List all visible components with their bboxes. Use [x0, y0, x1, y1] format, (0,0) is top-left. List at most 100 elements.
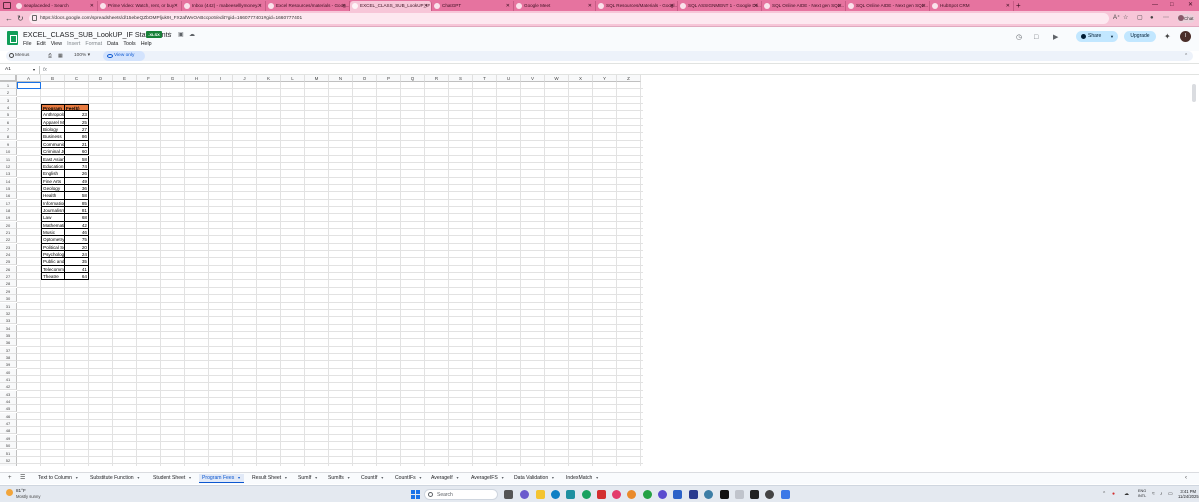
tab-close-icon[interactable]: ✕	[258, 1, 262, 11]
maximize-icon[interactable]: □	[1170, 0, 1174, 11]
fee-cell[interactable]: 41	[65, 265, 89, 274]
fee-cell[interactable]: 68	[65, 214, 89, 222]
column-header[interactable]: M	[305, 75, 329, 82]
program-cell[interactable]: Criminal Justice	[41, 148, 65, 156]
fee-cell[interactable]: 64	[65, 273, 89, 281]
vertical-scrollbar[interactable]	[1192, 84, 1196, 102]
column-header[interactable]: Z	[617, 75, 641, 82]
windows-start-icon[interactable]	[411, 490, 420, 499]
sheet-menu-icon[interactable]: ▼	[380, 476, 384, 480]
fee-cell[interactable]: 21	[65, 140, 89, 149]
row-header[interactable]: 24	[0, 251, 17, 259]
more-menu-icon[interactable]: ⋯	[1163, 14, 1169, 23]
x-app-icon[interactable]	[720, 490, 729, 499]
column-header[interactable]: O	[353, 75, 377, 82]
program-cell[interactable]: Geology	[41, 184, 65, 193]
browser-tab[interactable]: HubSpot CRM ✕	[930, 1, 1014, 11]
fee-cell[interactable]: 20	[65, 243, 89, 252]
all-sheets-icon[interactable]: ☰	[20, 474, 25, 483]
fee-cell[interactable]: 85	[65, 199, 89, 207]
row-header[interactable]: 1	[0, 82, 17, 89]
program-cell[interactable]: Anthropology	[41, 111, 65, 119]
fee-cell[interactable]: 24	[65, 251, 89, 259]
fee-cell[interactable]: 35	[65, 258, 89, 266]
sheet-tab[interactable]: AverageIf ▼	[431, 474, 459, 483]
row-header[interactable]: 46	[0, 412, 17, 420]
firefox-app-icon[interactable]	[627, 490, 636, 499]
row-header[interactable]: 45	[0, 405, 17, 413]
print-icon[interactable]: ⎙	[48, 52, 52, 60]
row-header[interactable]: 34	[0, 324, 17, 332]
settings-app-icon[interactable]	[704, 490, 713, 499]
sheet-tab[interactable]: Result Sheet ▼	[252, 474, 288, 483]
row-header[interactable]: 3	[0, 96, 17, 104]
fee-cell[interactable]: 25	[65, 118, 89, 127]
tab-close-icon[interactable]: ✕	[90, 1, 94, 11]
program-cell[interactable]: Optometry	[41, 236, 65, 244]
sheet-menu-icon[interactable]: ▼	[347, 476, 351, 480]
program-cell[interactable]: Theatre	[41, 273, 65, 281]
sheet-menu-icon[interactable]: ▼	[501, 476, 505, 480]
cloud-status-icon[interactable]: ☁	[189, 31, 195, 39]
account-avatar[interactable]: I	[1180, 31, 1191, 42]
menus-search[interactable]: Menus	[8, 52, 42, 60]
program-cell[interactable]: Telecommunications	[41, 265, 65, 274]
row-header[interactable]: 43	[0, 390, 17, 398]
column-header[interactable]: F	[137, 75, 161, 82]
row-header[interactable]: 38	[0, 353, 17, 361]
browser-tab[interactable]: SQL ASSIGNMENT 1 - Google Dri... ✕	[678, 1, 762, 11]
row-header[interactable]: 25	[0, 258, 17, 266]
column-header[interactable]: W	[545, 75, 569, 82]
file-explorer-icon[interactable]	[536, 490, 545, 499]
column-header[interactable]: L	[281, 75, 305, 82]
program-cell[interactable]: Journalism	[41, 206, 65, 215]
sheet-menu-icon[interactable]: ▼	[456, 476, 460, 480]
row-header[interactable]: 29	[0, 287, 17, 295]
tab-actions-icon[interactable]	[3, 2, 11, 9]
column-header[interactable]: B	[41, 75, 65, 82]
browser-tab[interactable]: Google Meet ✕	[514, 1, 596, 11]
program-cell[interactable]: Law	[41, 214, 65, 222]
program-cell[interactable]: East Asian	[41, 155, 65, 163]
sheet-menu-icon[interactable]: ▼	[188, 476, 192, 480]
sheet-tab[interactable]: Data Validation ▼	[514, 474, 555, 483]
fee-cell[interactable]: 75	[65, 236, 89, 244]
row-header[interactable]: 51	[0, 449, 17, 457]
column-header[interactable]: A	[17, 75, 41, 82]
sheet-tab[interactable]: Student Sheet ▼	[153, 474, 192, 483]
column-header[interactable]: V	[521, 75, 545, 82]
word-app-icon[interactable]	[689, 490, 698, 499]
column-header[interactable]: D	[89, 75, 113, 82]
site-info-icon[interactable]	[32, 15, 37, 21]
row-header[interactable]: 21	[0, 229, 17, 236]
extensions-icon[interactable]: ▢	[1137, 14, 1143, 23]
program-cell[interactable]: Psychology	[41, 251, 65, 259]
row-header[interactable]: 35	[0, 331, 17, 339]
row-header[interactable]: 53	[0, 464, 17, 466]
column-header[interactable]: H	[185, 75, 209, 82]
sheet-menu-icon[interactable]: ▼	[595, 476, 599, 480]
sheet-tab[interactable]: Text to Column ▼	[38, 474, 79, 483]
back-icon[interactable]: ←	[5, 13, 13, 24]
sheet-tab[interactable]: IndexMatch ▼	[566, 474, 599, 483]
fee-cell[interactable]: 86	[65, 133, 89, 141]
program-cell[interactable]: Public and	[41, 258, 65, 266]
favorite-star-icon[interactable]: ☆	[1123, 14, 1128, 23]
program-cell[interactable]: Communications	[41, 140, 65, 149]
move-folder-icon[interactable]: ▣	[178, 31, 184, 39]
column-header[interactable]: X	[569, 75, 593, 82]
browser-tab[interactable]: Inbox (442) - mabeeselllymoney... ✕	[182, 1, 266, 11]
table-header-cell[interactable]: Fee($)	[65, 104, 89, 112]
column-header[interactable]: S	[449, 75, 473, 82]
row-header[interactable]: 30	[0, 295, 17, 303]
fee-cell[interactable]: 60	[65, 148, 89, 156]
program-cell[interactable]: Education	[41, 162, 65, 171]
fee-cell[interactable]: 27	[65, 126, 89, 134]
column-header[interactable]: P	[377, 75, 401, 82]
fee-cell[interactable]: 36	[65, 184, 89, 193]
row-header[interactable]: 27	[0, 273, 17, 281]
opera-app-icon[interactable]	[612, 490, 621, 499]
row-header[interactable]: 32	[0, 309, 17, 317]
fee-cell[interactable]: 58	[65, 192, 89, 200]
fee-cell[interactable]: 23	[65, 111, 89, 119]
